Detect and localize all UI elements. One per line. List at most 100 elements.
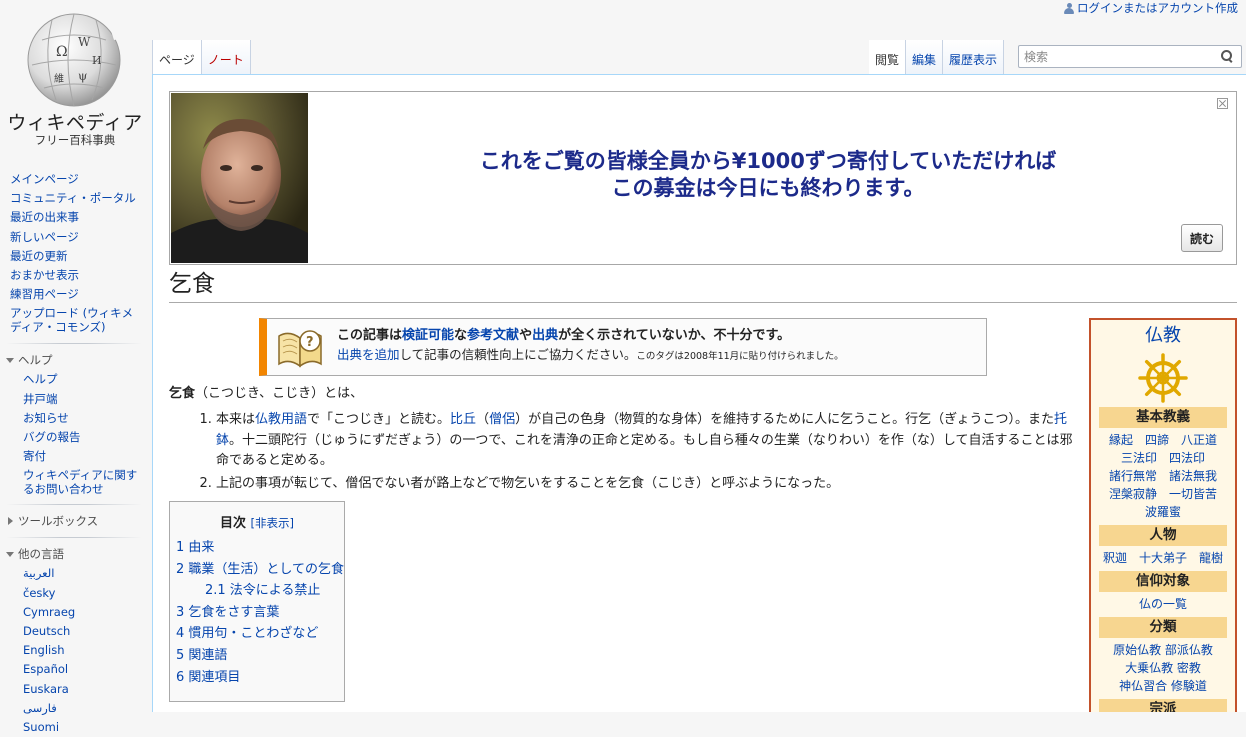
- notice-tag-date: このタグは2008年11月に貼り付けられました。: [636, 351, 844, 362]
- infobox-links[interactable]: 諸行無常 諸法無我: [1091, 467, 1235, 485]
- donation-banner[interactable]: これをご覧の皆様全員から¥1000ずつ寄付していただければ この募金は今日にも終…: [169, 91, 1237, 265]
- tab-page[interactable]: ページ: [152, 40, 202, 74]
- infobox-links[interactable]: 釈迦 十大弟子 龍樹: [1091, 549, 1235, 567]
- chevron-right-icon: [8, 517, 13, 526]
- sidebar-item-community-portal[interactable]: コミュニティ・ポータル: [10, 191, 136, 205]
- text-segment: ）が自己の色身（物質的な身体）を維持するために人に乞うこと。行乞（ぎょうこつ）。…: [515, 412, 1054, 427]
- view-tabs: 閲覧 編集 履歴表示: [869, 40, 1005, 74]
- infobox-section-schools: 宗派: [1099, 699, 1227, 712]
- toc-item[interactable]: 3 乞食をさす言葉: [176, 605, 279, 620]
- sidebar-item-new-pages[interactable]: 新しいページ: [10, 230, 79, 244]
- toc-item[interactable]: 2.1 法令による禁止: [205, 583, 320, 598]
- dharma-wheel-icon: [1138, 353, 1188, 403]
- link-references[interactable]: 参考文献: [467, 328, 519, 343]
- lang-cs[interactable]: česky: [23, 586, 55, 600]
- infobox-links[interactable]: 仏の一覧: [1091, 595, 1235, 613]
- sidebar-item-village-pump[interactable]: 井戸端: [23, 392, 58, 406]
- namespace-tabs: ページ ノート: [152, 40, 251, 74]
- sidebar-item-recent-changes[interactable]: 最近の更新: [10, 249, 68, 263]
- toc-item[interactable]: 2 職業（生活）としての乞食: [176, 562, 344, 577]
- link-add-sources[interactable]: 出典を追加: [337, 347, 400, 362]
- lang-fi[interactable]: Suomi: [23, 720, 59, 734]
- help-section-toggle[interactable]: ヘルプ: [0, 350, 152, 370]
- text-segment: 。十二頭陀行（じゅうにずだぎょう）の一つで、これを清浄の正命と定める。もし自ら種…: [216, 432, 1073, 469]
- banner-message[interactable]: これをご覧の皆様全員から¥1000ずつ寄付していただければ この募金は今日にも終…: [320, 148, 1216, 202]
- link-sources[interactable]: 出典: [532, 328, 558, 343]
- login-link[interactable]: ログインまたはアカウント作成: [1064, 0, 1238, 16]
- toc-item[interactable]: 1 由来: [176, 540, 214, 555]
- infobox-links[interactable]: 三法印 四法印: [1091, 449, 1235, 467]
- link-bhikkhu[interactable]: 比丘: [450, 412, 476, 427]
- logo-title: ウィキペディア: [7, 112, 143, 134]
- link-verifiability[interactable]: 検証可能: [402, 328, 454, 343]
- divider: [6, 504, 142, 506]
- toolbox-section-label: ツールボックス: [18, 514, 99, 529]
- tab-read[interactable]: 閲覧: [869, 40, 907, 74]
- search-box: [1018, 45, 1242, 68]
- languages-section-label: 他の言語: [18, 547, 64, 562]
- lang-cy[interactable]: Cymraeg: [23, 605, 75, 619]
- toc-item[interactable]: 5 関連語: [176, 648, 227, 663]
- infobox-links[interactable]: 波羅蜜: [1091, 503, 1235, 521]
- lang-eu[interactable]: Euskara: [23, 682, 69, 696]
- notice-text-segment: が全く示されていないか、不十分です。: [558, 328, 791, 343]
- lang-de[interactable]: Deutsch: [23, 624, 70, 638]
- toc-toggle[interactable]: [非表示]: [251, 516, 294, 530]
- infobox-links[interactable]: 原始仏教 部派仏教: [1091, 641, 1235, 659]
- sidebar-item-random[interactable]: おまかせ表示: [10, 268, 79, 282]
- infobox-section-doctrine[interactable]: 基本教義: [1099, 407, 1227, 428]
- table-of-contents: 目次 [非表示] 1 由来 2 職業（生活）としての乞食 2.1 法令による禁止…: [169, 501, 345, 702]
- toc-item[interactable]: 6 関連項目: [176, 670, 240, 685]
- lang-es[interactable]: Español: [23, 662, 68, 676]
- notice-text-segment: や: [519, 328, 533, 343]
- infobox-links[interactable]: 神仏習合 修験道: [1091, 677, 1235, 695]
- sidebar-item-notices[interactable]: お知らせ: [23, 411, 69, 425]
- toolbox-section-toggle[interactable]: ツールボックス: [0, 511, 152, 531]
- sidebar-item-upload[interactable]: アップロード (ウィキメディア・コモンズ): [10, 306, 133, 334]
- logo-subtitle: フリー百科事典: [34, 133, 116, 147]
- svg-text:И: И: [92, 54, 102, 67]
- infobox-links[interactable]: 涅槃寂静 一切皆苦: [1091, 485, 1235, 503]
- read-button[interactable]: 読む: [1180, 224, 1223, 252]
- buddhism-infobox: 仏教 基本教義 縁起 四諦 八正道 三法印 四法印 諸行無常 諸法無我 涅槃寂静…: [1089, 318, 1237, 712]
- divider: [6, 537, 142, 539]
- tab-history[interactable]: 履歴表示: [943, 40, 1005, 74]
- tab-talk[interactable]: ノート: [201, 40, 251, 74]
- svg-text:ψ: ψ: [78, 69, 87, 83]
- text-segment: （: [476, 412, 490, 427]
- link-monk[interactable]: 僧侶: [489, 412, 515, 427]
- language-list: العربية česky Cymraeg Deutsch English Es…: [0, 564, 152, 737]
- sidebar-item-current-events[interactable]: 最近の出来事: [10, 210, 79, 224]
- search-icon[interactable]: [1221, 50, 1233, 62]
- sidebar-item-help[interactable]: ヘルプ: [23, 372, 58, 386]
- link-buddhist-term[interactable]: 仏教用語: [255, 412, 307, 427]
- user-icon: [1064, 2, 1074, 14]
- citation-needed-notice: ? この記事は検証可能な参考文献や出典が全く示されていないか、不十分です。 出典…: [259, 318, 987, 376]
- search-input[interactable]: [1019, 46, 1214, 68]
- infobox-links[interactable]: 縁起 四諦 八正道: [1091, 431, 1235, 449]
- tab-edit[interactable]: 編集: [906, 40, 944, 74]
- close-icon[interactable]: [1217, 98, 1228, 109]
- toc-item[interactable]: 4 慣用句・ことわざなど: [176, 626, 318, 641]
- sidebar-item-donate[interactable]: 寄付: [23, 449, 46, 463]
- infobox-links[interactable]: 大乗仏教 密教: [1091, 659, 1235, 677]
- notice-text-segment: この記事は: [337, 328, 403, 343]
- languages-section-toggle[interactable]: 他の言語: [0, 544, 152, 564]
- sidebar-item-main-page[interactable]: メインページ: [10, 172, 79, 186]
- infobox-section-people: 人物: [1099, 525, 1227, 546]
- lang-fa[interactable]: فارسی: [23, 701, 57, 715]
- lang-ar[interactable]: العربية: [23, 566, 54, 580]
- text-segment: 本来は: [216, 412, 256, 427]
- sidebar-item-contact[interactable]: ウィキペディアに関するお問い合わせ: [23, 468, 137, 496]
- page-title: 乞食: [169, 269, 1237, 303]
- sidebar-item-bug-report[interactable]: バグの報告: [23, 430, 81, 444]
- lang-en[interactable]: English: [23, 643, 65, 657]
- divider: [6, 343, 142, 345]
- sidebar-item-sandbox[interactable]: 練習用ページ: [10, 287, 79, 301]
- chevron-down-icon: [6, 551, 14, 557]
- toc-list: 1 由来 2 職業（生活）としての乞食 2.1 法令による禁止 3 乞食をさす言…: [176, 537, 344, 688]
- wikipedia-logo[interactable]: Ω W И 維 ψ ウィキペディア フリー百科事典: [0, 0, 150, 160]
- infobox-title-link[interactable]: 仏教: [1145, 325, 1181, 346]
- content-area: これをご覧の皆様全員から¥1000ずつ寄付していただければ この募金は今日にも終…: [152, 74, 1246, 712]
- intro-paragraph: 乞食（こつじき、こじき）とは、: [169, 384, 363, 404]
